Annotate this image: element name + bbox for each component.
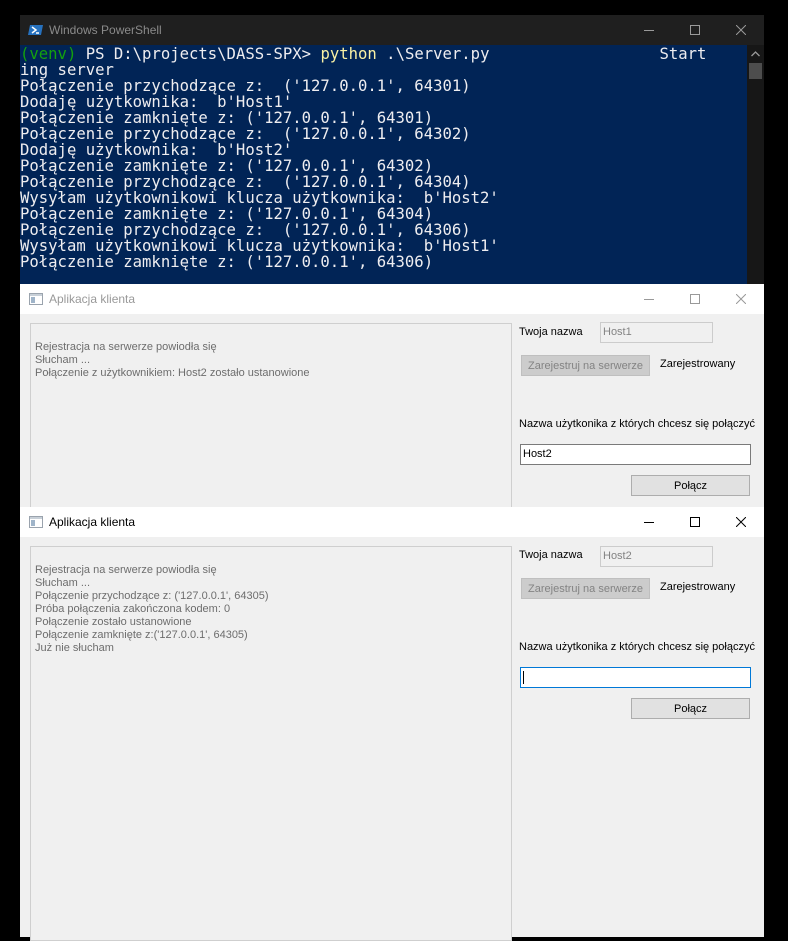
log-line: Połączenie z użytkownikiem: Host2 został…	[35, 367, 310, 379]
console-line: Wysyłam użytkownikowi klucza użytkownika…	[20, 237, 499, 255]
name-label: Twoja nazwa	[519, 326, 583, 338]
app-window-icon	[28, 514, 44, 530]
minimize-button[interactable]	[626, 284, 672, 314]
close-icon	[736, 294, 746, 304]
output-wrap-start: Start	[659, 45, 707, 63]
console-line: Połączenie zamknięte z: ('127.0.0.1', 64…	[20, 205, 434, 223]
client1-body: Rejestracja na serwerze powiodła się Słu…	[20, 314, 764, 513]
powershell-titlebar[interactable]: Windows PowerShell	[20, 15, 764, 45]
console-line: Połączenie przychodzące z: ('127.0.0.1',…	[20, 173, 471, 191]
log-line: Połączenie przychodzące z: ('127.0.0.1',…	[35, 590, 269, 602]
log-line: Słucham ...	[35, 577, 91, 589]
console-line: Dodaję użytkownika: b'Host2'	[20, 141, 293, 159]
log-line: Już nie słucham	[35, 642, 114, 654]
console-line: Połączenie zamknięte z: ('127.0.0.1', 64…	[20, 157, 434, 175]
register-button[interactable]: Zarejestruj na serwerze	[521, 578, 650, 599]
maximize-icon	[690, 517, 700, 527]
maximize-icon	[690, 25, 700, 35]
minimize-icon	[644, 522, 654, 523]
close-icon	[736, 25, 746, 35]
close-icon	[736, 517, 746, 527]
console-prompt-line: (venv) PS D:\projects\DASS-SPX> python .…	[20, 46, 747, 62]
registration-status: Zarejestrowany	[660, 581, 736, 593]
minimize-icon	[644, 299, 654, 300]
vertical-scrollbar[interactable]	[747, 45, 764, 284]
maximize-button[interactable]	[672, 284, 718, 314]
scroll-up-arrow-icon	[751, 51, 760, 57]
console-line: Dodaję użytkownika: b'Host1'	[20, 93, 293, 111]
console-line: Połączenie przychodzące z: ('127.0.0.1',…	[20, 77, 471, 95]
name-field[interactable]: Host1	[600, 322, 713, 343]
console-line: ing server	[20, 61, 114, 79]
command-args: .\Server.py	[376, 45, 490, 63]
maximize-icon	[690, 294, 700, 304]
window-title: Windows PowerShell	[49, 23, 162, 37]
app-window-icon	[28, 291, 44, 307]
log-line: Połączenie zamknięte z:('127.0.0.1', 643…	[35, 629, 248, 641]
window-title: Aplikacja klienta	[49, 292, 136, 306]
minimize-icon	[644, 30, 654, 31]
client2-body: Rejestracja na serwerze powiodła się Słu…	[20, 537, 764, 941]
command-name: python	[320, 45, 377, 63]
close-button[interactable]	[718, 15, 764, 45]
peer-name-input[interactable]: Host2	[520, 444, 751, 465]
client-window-host1: Aplikacja klienta Rejestracja na serwerz…	[20, 284, 764, 513]
window-title: Aplikacja klienta	[49, 515, 136, 529]
log-line: Rejestracja na serwerze powiodła się	[35, 341, 217, 353]
scroll-up-button[interactable]	[747, 47, 764, 61]
log-line: Próba połączenia zakończona kodem: 0	[35, 603, 231, 615]
peer-label: Nazwa użytkonika z których chcesz się po…	[519, 641, 755, 653]
maximize-button[interactable]	[672, 15, 718, 45]
log-panel[interactable]: Rejestracja na serwerze powiodła się Słu…	[30, 323, 512, 513]
client1-titlebar[interactable]: Aplikacja klienta	[20, 284, 764, 314]
scroll-thumb[interactable]	[749, 63, 762, 79]
console-line: Połączenie przychodzące z: ('127.0.0.1',…	[20, 125, 471, 143]
close-button[interactable]	[718, 284, 764, 314]
log-panel[interactable]: Rejestracja na serwerze powiodła się Słu…	[30, 546, 512, 941]
powershell-window: Windows PowerShell (venv) PS D:\projects…	[20, 15, 764, 284]
peer-label: Nazwa użytkonika z których chcesz się po…	[519, 418, 755, 430]
log-line: Rejestracja na serwerze powiodła się	[35, 564, 217, 576]
connect-button[interactable]: Połącz	[631, 698, 750, 719]
log-line: Połączenie zostało ustanowione	[35, 616, 192, 628]
console-line: Połączenie zamknięte z: ('127.0.0.1', 64…	[20, 253, 434, 271]
register-button[interactable]: Zarejestruj na serwerze	[521, 355, 650, 376]
peer-name-input[interactable]	[520, 667, 751, 688]
minimize-button[interactable]	[626, 507, 672, 537]
console-line: Połączenie przychodzące z: ('127.0.0.1',…	[20, 221, 471, 239]
console-output[interactable]: (venv) PS D:\projects\DASS-SPX> python .…	[20, 45, 747, 284]
powershell-icon	[28, 22, 44, 38]
name-field[interactable]: Host2	[600, 546, 713, 567]
name-label: Twoja nazwa	[519, 549, 583, 561]
console-line: Wysyłam użytkownikowi klucza użytkownika…	[20, 189, 499, 207]
registration-status: Zarejestrowany	[660, 358, 736, 370]
client2-titlebar[interactable]: Aplikacja klienta	[20, 507, 764, 537]
maximize-button[interactable]	[672, 507, 718, 537]
close-button[interactable]	[718, 507, 764, 537]
client-window-host2: Aplikacja klienta Rejestracja na serwerz…	[20, 507, 764, 941]
text-caret	[523, 671, 524, 684]
connect-button[interactable]: Połącz	[631, 475, 750, 496]
console-line: Połączenie zamknięte z: ('127.0.0.1', 64…	[20, 109, 434, 127]
minimize-button[interactable]	[626, 15, 672, 45]
log-line: Słucham ...	[35, 354, 91, 366]
